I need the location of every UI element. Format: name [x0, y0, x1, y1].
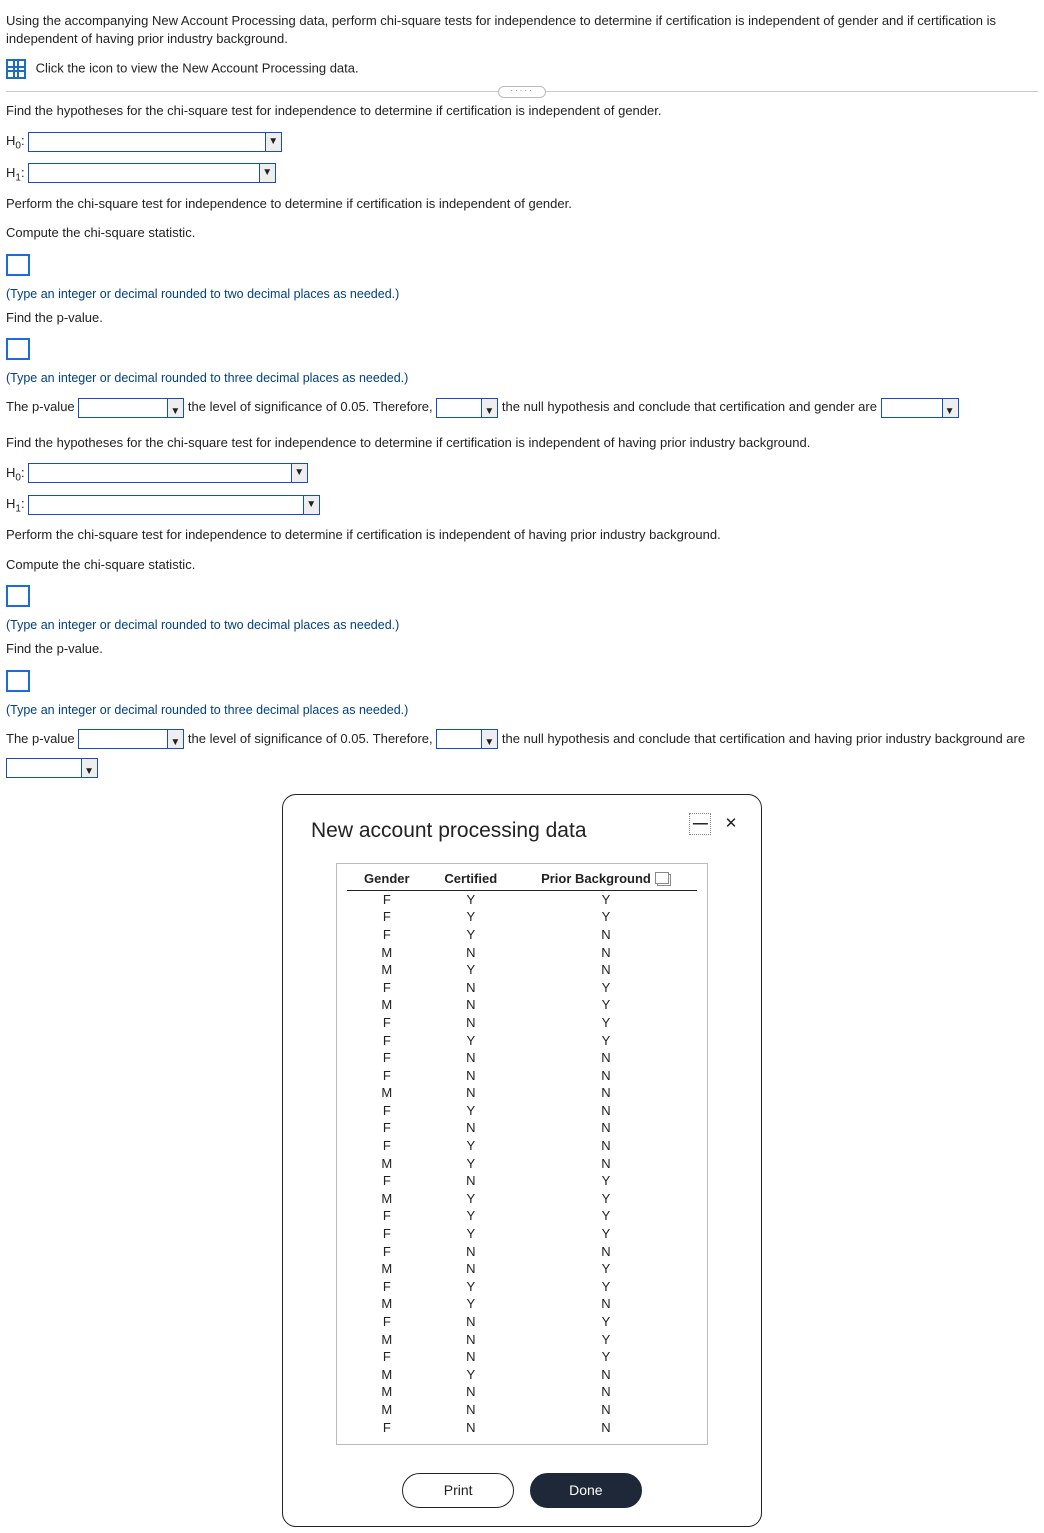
table-row: FNY: [347, 979, 697, 997]
q2-sent-b: the level of significance of 0.05. There…: [188, 731, 436, 746]
table-row: MYN: [347, 1366, 697, 1384]
q1-chisq-hint: (Type an integer or decimal rounded to t…: [6, 286, 1038, 303]
q2-h0-dropdown[interactable]: [28, 463, 308, 483]
h1-label: H1:: [6, 165, 25, 180]
q1-compare-dropdown[interactable]: [78, 398, 184, 418]
q2-compare-dropdown[interactable]: [78, 729, 184, 749]
q1-compute: Compute the chi-square statistic.: [6, 224, 1038, 242]
table-row: FYY: [347, 890, 697, 908]
q2-perform: Perform the chi-square test for independ…: [6, 526, 1038, 544]
table-row: FYY: [347, 1207, 697, 1225]
q2-pvalue-hint: (Type an integer or decimal rounded to t…: [6, 702, 1038, 719]
data-popup: — ✕ New account processing data Gender C…: [282, 794, 762, 1527]
q1-sent-a: The p-value: [6, 399, 78, 414]
table-row: MNN: [347, 1383, 697, 1401]
q2-sent-c: the null hypothesis and conclude that ce…: [502, 731, 1025, 746]
q2-findp: Find the p-value.: [6, 640, 1038, 658]
q1-chisq-input[interactable]: [6, 254, 30, 276]
table-row: FNY: [347, 1014, 697, 1032]
q1-h0-dropdown[interactable]: [28, 132, 282, 152]
print-button[interactable]: Print: [402, 1473, 514, 1508]
table-row: MNN: [347, 1401, 697, 1419]
q2-decision-dropdown[interactable]: [436, 729, 498, 749]
table-row: MNY: [347, 1331, 697, 1349]
q2-chisq-hint: (Type an integer or decimal rounded to t…: [6, 617, 1038, 634]
h0-label-2: H0:: [6, 465, 25, 480]
q2-conclusion-dropdown[interactable]: [6, 758, 98, 778]
table-row: FNN: [347, 1119, 697, 1137]
col-certified: Certified: [427, 868, 515, 890]
table-row: MYN: [347, 1295, 697, 1313]
q1-sent-b: the level of significance of 0.05. There…: [188, 399, 436, 414]
table-row: MYY: [347, 1190, 697, 1208]
col-gender: Gender: [347, 868, 427, 890]
table-row: FYY: [347, 1225, 697, 1243]
q1-h1-dropdown[interactable]: [28, 163, 276, 183]
table-row: FYY: [347, 1278, 697, 1296]
q1-perform: Perform the chi-square test for independ…: [6, 195, 1038, 213]
table-row: FNN: [347, 1067, 697, 1085]
q1-conclusion-dropdown[interactable]: [881, 398, 959, 418]
table-row: FYY: [347, 1032, 697, 1050]
table-row: FNY: [347, 1172, 697, 1190]
q1-hypotheses-prompt: Find the hypotheses for the chi-square t…: [6, 102, 1038, 120]
intro-text: Using the accompanying New Account Proce…: [6, 12, 1038, 47]
q2-compute: Compute the chi-square statistic.: [6, 556, 1038, 574]
table-row: FYN: [347, 926, 697, 944]
table-icon[interactable]: [6, 59, 26, 79]
minimize-icon[interactable]: —: [689, 813, 711, 835]
separator-handle: ·····: [498, 86, 546, 98]
q2-sent-a: The p-value: [6, 731, 78, 746]
table-row: MNN: [347, 1084, 697, 1102]
table-row: FYN: [347, 1137, 697, 1155]
q1-pvalue-input[interactable]: [6, 338, 30, 360]
q2-chisq-input[interactable]: [6, 585, 30, 607]
q2-h1-dropdown[interactable]: [28, 495, 320, 515]
table-row: FNN: [347, 1419, 697, 1437]
table-row: FNY: [347, 1348, 697, 1366]
col-prior-background: Prior Background: [515, 868, 697, 890]
popup-title: New account processing data: [311, 817, 733, 845]
copy-icon[interactable]: [657, 874, 671, 886]
q1-sent-c: the null hypothesis and conclude that ce…: [502, 399, 881, 414]
h0-label: H0:: [6, 133, 25, 148]
table-row: FYN: [347, 1102, 697, 1120]
table-row: MYN: [347, 961, 697, 979]
table-row: FNY: [347, 1313, 697, 1331]
q2-hypotheses-prompt: Find the hypotheses for the chi-square t…: [6, 434, 1038, 452]
close-icon[interactable]: ✕: [721, 814, 741, 834]
table-row: FYY: [347, 908, 697, 926]
table-row: MYN: [347, 1155, 697, 1173]
q1-findp: Find the p-value.: [6, 309, 1038, 327]
table-row: MNY: [347, 1260, 697, 1278]
table-row: FNN: [347, 1049, 697, 1067]
q2-pvalue-input[interactable]: [6, 670, 30, 692]
icon-instruction: Click the icon to view the New Account P…: [36, 61, 359, 76]
done-button[interactable]: Done: [530, 1473, 642, 1508]
h1-label-2: H1:: [6, 496, 25, 511]
q1-decision-dropdown[interactable]: [436, 398, 498, 418]
data-table: Gender Certified Prior Background FYYFYY…: [347, 868, 697, 1436]
table-row: FNN: [347, 1243, 697, 1261]
table-row: MNY: [347, 996, 697, 1014]
table-row: MNN: [347, 944, 697, 962]
q1-pvalue-hint: (Type an integer or decimal rounded to t…: [6, 370, 1038, 387]
